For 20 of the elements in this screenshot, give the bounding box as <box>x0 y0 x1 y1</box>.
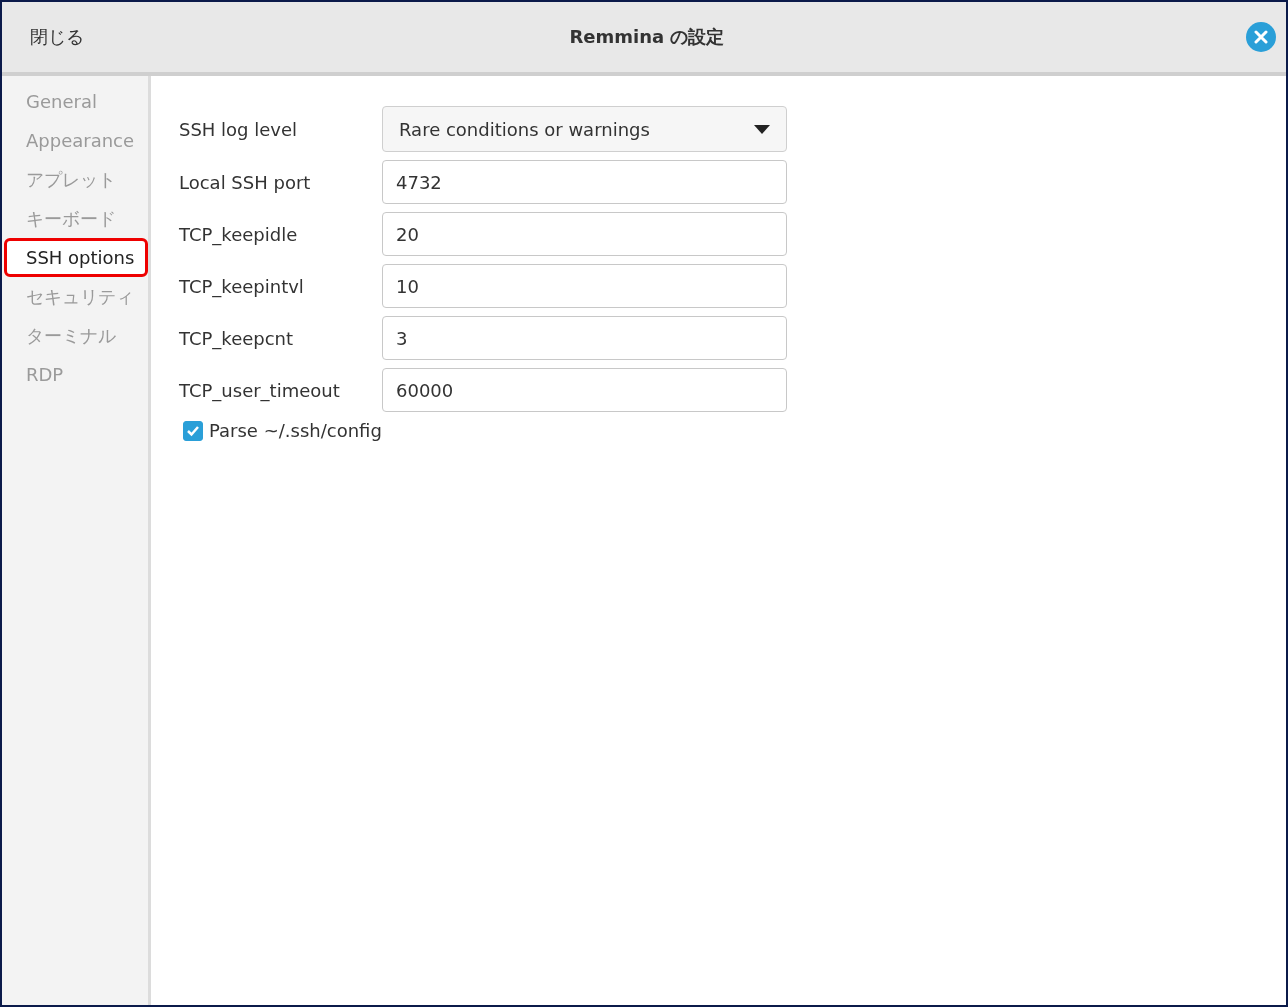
input-field[interactable]: 4732 <box>382 160 787 204</box>
caret-icon <box>754 124 770 134</box>
checkbox[interactable] <box>183 420 203 441</box>
checkbox-label: Parse ~/.ssh/config <box>209 420 382 441</box>
field-label: TCP_user_timeout <box>179 379 341 401</box>
field-label: TCP_keepcnt <box>179 327 295 349</box>
field-label: TCP_keepintvl <box>179 275 305 297</box>
input-field[interactable]: 60000 <box>382 368 787 412</box>
close-text-button[interactable]: 閉じる <box>18 19 96 55</box>
close-icon[interactable] <box>1246 22 1276 52</box>
window-title: Remmina の設定 <box>569 25 725 49</box>
field-label: TCP_keepidle <box>179 223 299 245</box>
input-field[interactable]: 3 <box>382 316 787 360</box>
checkmark-icon <box>186 424 200 437</box>
field-label: Local SSH port <box>179 171 312 193</box>
input-field[interactable]: 20 <box>382 212 787 256</box>
field-label: SSH log level <box>179 118 299 140</box>
log-level-dropdown[interactable]: Rare conditions or warnings <box>382 106 787 152</box>
input-field[interactable]: 10 <box>382 264 787 308</box>
sidebar-item[interactable]: SSH options <box>4 238 148 277</box>
